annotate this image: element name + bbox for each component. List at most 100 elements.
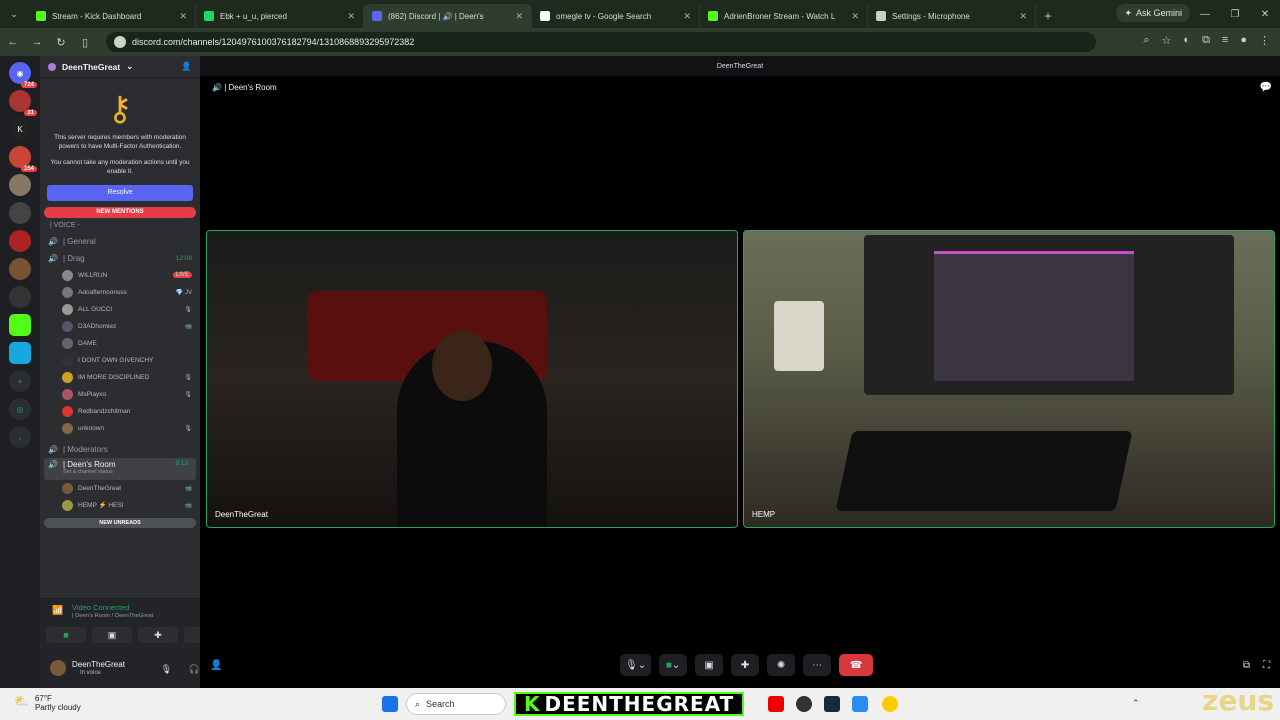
close-tab-icon[interactable]: ✕	[851, 11, 859, 22]
video-tile-hemp[interactable]: HEMP	[743, 230, 1275, 528]
channel-status[interactable]: Set a channel status	[63, 469, 116, 475]
discover-icon[interactable]: ◎	[9, 398, 31, 420]
camera-toggle-button[interactable]: ■ ⌄	[659, 654, 688, 676]
chat-bubble-icon[interactable]: 💬	[1260, 82, 1272, 93]
mute-button[interactable]: 🎙 ⌄	[620, 654, 652, 676]
minimize-button[interactable]: —	[1190, 0, 1220, 28]
kick-server-icon[interactable]	[9, 314, 31, 336]
voice-member[interactable]: IM MORE DISCIPLINED 🎙	[40, 369, 200, 386]
ask-gemini-button[interactable]: ✦ Ask Gemini	[1116, 4, 1190, 22]
server-icon[interactable]	[9, 258, 31, 280]
youtube-icon[interactable]	[768, 696, 784, 712]
browser-tab[interactable]: Stream - Kick Dashboard ✕	[28, 4, 196, 28]
channel-deens-room[interactable]: 🔊 | Deen's Room Set a channel status 9:1…	[44, 457, 196, 480]
server-header[interactable]: DeenTheGreat ⌄ 👤	[40, 56, 200, 78]
voice-location[interactable]: | Deen's Room / DeenTheGreat	[72, 613, 153, 619]
bookmark-star-icon[interactable]: ☆	[1162, 34, 1172, 47]
download-icon[interactable]: ↓	[9, 426, 31, 448]
forward-arrow-icon[interactable]: →	[30, 36, 44, 48]
maximize-button[interactable]: ❐	[1220, 0, 1250, 28]
obs-icon[interactable]	[796, 696, 812, 712]
screen-share-button[interactable]: ▣	[92, 627, 132, 643]
camera-button[interactable]: ■	[46, 627, 86, 643]
chevron-up-icon[interactable]: ⌃	[1132, 698, 1140, 709]
activities-button[interactable]: ✚	[731, 654, 760, 676]
reload-icon[interactable]: ↻	[54, 36, 68, 49]
new-tab-button[interactable]: +	[1036, 4, 1060, 28]
steam-icon[interactable]	[824, 696, 840, 712]
avatar[interactable]	[50, 660, 66, 676]
server-icon[interactable]: 154	[9, 146, 37, 172]
norton-icon[interactable]	[882, 696, 898, 712]
voice-member[interactable]: ALL GUCCI 🎙	[40, 301, 200, 318]
more-options-button[interactable]: ⋯	[803, 654, 832, 676]
pop-out-icon[interactable]: ⧉	[1243, 660, 1250, 671]
browser-tab[interactable]: omegle tv - Google Search ✕	[532, 4, 700, 28]
activities-button[interactable]: ✚	[138, 627, 178, 643]
server-icon[interactable]	[9, 286, 31, 308]
voice-member[interactable]: Redbandzchitman	[40, 403, 200, 420]
tab-search-icon[interactable]: ⌄	[0, 0, 28, 28]
weather-widget[interactable]: ⛅ 67°F Partly cloudy	[14, 694, 81, 712]
discord-home-icon[interactable]: ◉ 724	[9, 62, 37, 88]
server-icon[interactable]: K	[9, 118, 31, 140]
server-icon[interactable]	[9, 202, 31, 224]
voice-member[interactable]: DAME	[40, 335, 200, 352]
voice-member[interactable]: unknown 🎙	[40, 420, 200, 437]
voice-member[interactable]: D3ADhomiez 📹	[40, 318, 200, 335]
voice-member[interactable]: Adoafternoonsss 💎 JV	[40, 284, 200, 301]
close-tab-icon[interactable]: ✕	[515, 11, 523, 22]
channel-moderators[interactable]: 🔊 | Moderators	[40, 441, 200, 458]
voice-channel[interactable]: 🔊 | General	[40, 233, 200, 250]
voice-member[interactable]: WILLRUN LIVE	[40, 267, 200, 284]
video-tile-deenthegreat[interactable]: DeenTheGreat	[206, 230, 738, 528]
close-window-button[interactable]: ✕	[1250, 0, 1280, 28]
voice-member[interactable]: I DONT OWN GIVENCHY	[40, 352, 200, 369]
browser-tab[interactable]: (862) Discord | 🔊 | Deen's ✕	[364, 4, 532, 28]
streamer-name-overlay: K DEENTHEGREAT	[514, 692, 745, 716]
voice-member[interactable]: DeenTheGreat 📹	[40, 480, 200, 497]
windows-start-icon[interactable]	[382, 696, 398, 712]
back-arrow-icon[interactable]: ←	[6, 36, 20, 48]
extension-icon[interactable]: ◐	[1183, 34, 1190, 47]
close-tab-icon[interactable]: ✕	[683, 11, 691, 22]
site-info-icon[interactable]	[114, 36, 126, 48]
server-icon[interactable]: 31	[9, 90, 37, 116]
voice-member[interactable]: HEMP ⚡ HESI 📹	[40, 497, 200, 514]
fullscreen-icon[interactable]: ⛶	[1263, 660, 1270, 671]
server-icon[interactable]	[9, 230, 31, 252]
voice-member[interactable]: MsPlayxo 🎙	[40, 386, 200, 403]
username[interactable]: DeenTheGreat	[72, 660, 125, 669]
sidebar-icon[interactable]: ▯	[78, 36, 92, 49]
close-tab-icon[interactable]: ✕	[347, 11, 355, 22]
microphone-icon[interactable]: 🎙	[161, 664, 172, 675]
invite-icon[interactable]: 👤	[210, 660, 222, 671]
new-unreads-pill[interactable]: NEW UNREADS	[44, 517, 196, 528]
voice-channel[interactable]: 🔊 | Drag 12:08	[40, 250, 200, 267]
zoom-icon[interactable]: ⌕	[1143, 34, 1149, 47]
disconnect-button[interactable]: ☎	[839, 654, 874, 676]
invite-people-icon[interactable]: 👤	[181, 61, 192, 72]
soundboard-button[interactable]: ✺	[767, 654, 796, 676]
profile-icon[interactable]: ●	[1240, 34, 1247, 47]
browser-tab[interactable]: Settings - Microphone ✕	[868, 4, 1036, 28]
browser-tab[interactable]: Ebk + u_u, pierced ✕	[196, 4, 364, 28]
connection-signal-icon[interactable]: 📶	[52, 605, 63, 616]
menu-kebab-icon[interactable]: ⋮	[1259, 34, 1270, 47]
extensions-puzzle-icon[interactable]: ⧉	[1202, 34, 1210, 47]
category-voice[interactable]: | VOICE -	[40, 218, 200, 233]
resolve-button[interactable]: Resolve	[47, 184, 193, 201]
browser-tab[interactable]: AdrienBroner Stream - Watch L ✕	[700, 4, 868, 28]
taskbar-search[interactable]: ⌕ Search	[406, 693, 506, 715]
app-icon[interactable]	[852, 696, 868, 712]
headphones-icon[interactable]: 🎧	[189, 664, 200, 675]
media-control-icon[interactable]: ≡	[1222, 34, 1228, 47]
server-icon[interactable]	[9, 342, 31, 364]
new-mentions-pill[interactable]: NEW MENTIONS	[44, 206, 196, 218]
url-bar[interactable]: discord.com/channels/1204976100376182794…	[106, 32, 1096, 52]
screen-share-button[interactable]: ▣	[695, 654, 724, 676]
close-tab-icon[interactable]: ✕	[1019, 11, 1027, 22]
add-server-icon[interactable]: +	[9, 370, 31, 392]
server-icon[interactable]	[9, 174, 31, 196]
close-tab-icon[interactable]: ✕	[179, 11, 187, 22]
